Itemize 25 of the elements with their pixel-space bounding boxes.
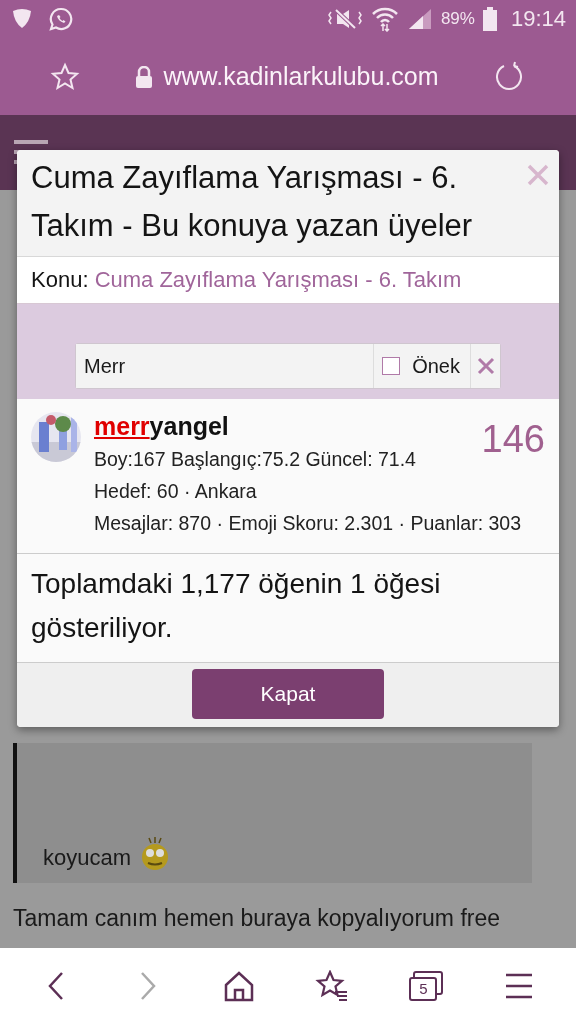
- battery-percentage: 89%: [440, 9, 475, 29]
- star-icon[interactable]: [50, 61, 80, 92]
- shield-icon: [10, 7, 34, 31]
- bookmarks-icon[interactable]: [315, 970, 350, 1002]
- mute-icon: [326, 7, 363, 31]
- lock-icon: [135, 65, 154, 88]
- clock: 19:14: [510, 6, 566, 32]
- menu-icon[interactable]: [503, 972, 534, 1000]
- chat-bubble-icon: [48, 6, 74, 32]
- url-text[interactable]: www.kadinlarkulubu.com: [163, 62, 439, 91]
- battery-icon: [482, 7, 497, 31]
- topic-link[interactable]: Cuma Zayıflama Yarışması - 6. Takım: [94, 267, 462, 292]
- dialog-title: Cuma Zayıflama Yarışması - 6. Takım - Bu konuya yazan üyeler: [31, 159, 474, 245]
- wifi-icon: [370, 6, 399, 32]
- post-count: 146: [481, 417, 545, 461]
- post-text: Tamam canım hemen buraya kopyalıyorum free: [13, 905, 502, 932]
- topic-label: Konu:: [31, 267, 89, 292]
- avatar[interactable]: [31, 412, 81, 462]
- member-name[interactable]: merryangel: [94, 412, 229, 441]
- member-details: Mesajlar: 870 · Emoji Skoru: 2.301 · Puanlar: 303: [94, 511, 523, 536]
- member-details: Hedef: 60 · Ankara: [94, 479, 258, 504]
- member-details: Boy:167 Başlangıç:75.2 Güncel: 71.4: [94, 447, 417, 472]
- home-icon[interactable]: [222, 970, 255, 1002]
- quote-text: koyucam: [43, 845, 132, 871]
- close-dialog-button[interactable]: Kapat: [192, 669, 384, 719]
